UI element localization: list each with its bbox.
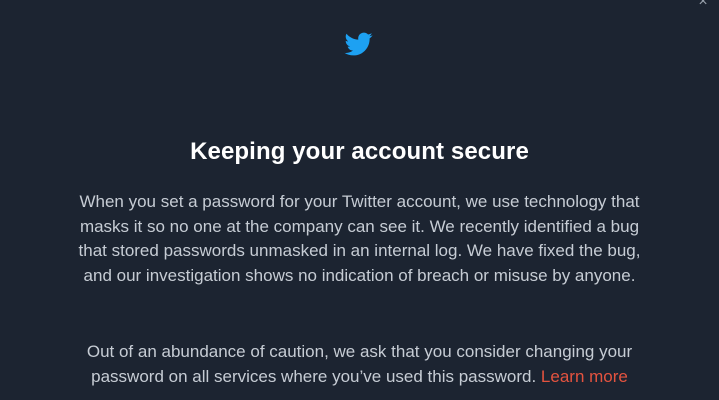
twitter-bird-icon: [344, 32, 373, 56]
dialog-title: Keeping your account secure: [190, 138, 529, 165]
notice-paragraph-2: Out of an abundance of caution, we ask t…: [70, 340, 649, 389]
security-notice-dialog: × Keeping your account secure When you s…: [0, 0, 719, 400]
notice-paragraph-1: When you set a password for your Twitter…: [78, 192, 641, 285]
learn-more-link[interactable]: Learn more: [541, 367, 628, 386]
close-button[interactable]: ×: [695, 0, 711, 10]
